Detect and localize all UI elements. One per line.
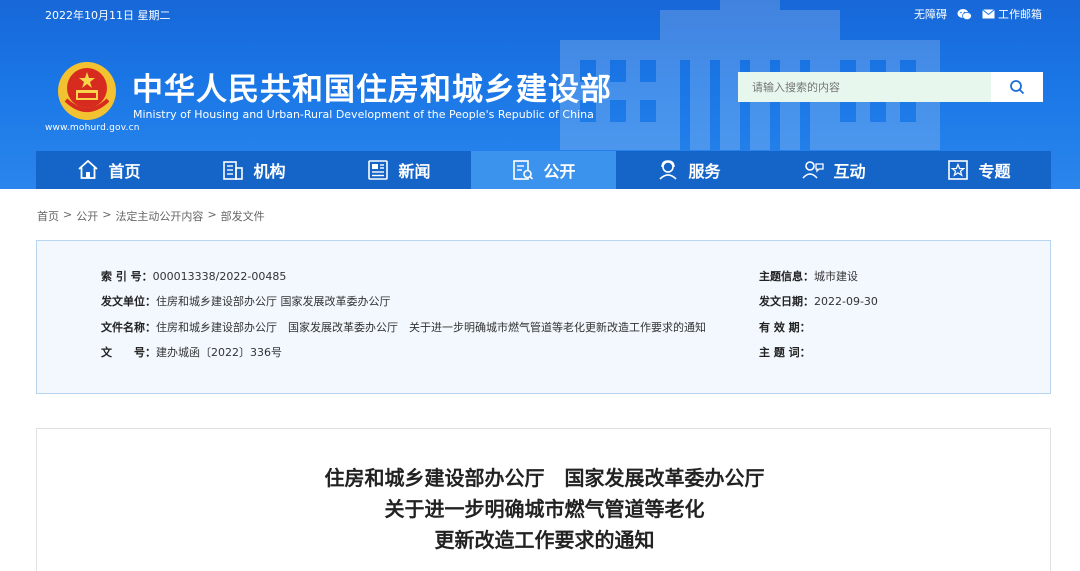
nav-item-news[interactable]: 新闻 <box>326 151 471 189</box>
index-number: 索 引 号：000013338/2022-00485 <box>101 270 287 283</box>
nav-label: 新闻 <box>398 162 431 181</box>
nav-item-special-topics[interactable]: 专题 <box>906 151 1051 189</box>
main-nav: 首页 机构 新闻 公开 服务 互动 专题 <box>36 151 1051 189</box>
nav-item-disclosure[interactable]: 公开 <box>471 151 616 189</box>
breadcrumb-separator: > <box>63 208 73 221</box>
home-icon <box>78 159 99 179</box>
interaction-icon <box>802 161 825 179</box>
site-header: 2022年10月11日 星期二 无障碍 工作邮箱 www.mohurd.gov.… <box>0 0 1080 189</box>
site-title-en: Ministry of Housing and Urban-Rural Deve… <box>133 108 594 121</box>
site-title-cn: 中华人民共和国住房和城乡建设部 <box>132 72 612 108</box>
accessibility-link[interactable]: 无障碍 <box>914 6 947 22</box>
breadcrumb-statutory[interactable]: 法定主动公开内容 <box>115 208 203 224</box>
search-input[interactable] <box>738 72 991 102</box>
document-number: 文 号：建办城函〔2022〕336号 <box>101 346 282 359</box>
article-content: 住房和城乡建设部办公厅 国家发展改革委办公厅 关于进一步明确城市燃气管道等老化 … <box>36 428 1051 571</box>
nav-item-interaction[interactable]: 互动 <box>761 151 906 189</box>
wechat-icon[interactable] <box>957 8 972 21</box>
breadcrumb-disclosure[interactable]: 公开 <box>76 208 98 224</box>
breadcrumb-separator: > <box>102 208 112 221</box>
keywords: 主 题 词： <box>759 346 811 359</box>
star-icon <box>948 160 969 180</box>
issuing-unit: 发文单位：住房和城乡建设部办公厅 国家发展改革委办公厅 <box>101 295 391 308</box>
nav-item-home[interactable]: 首页 <box>36 151 181 189</box>
breadcrumb: 首页 > 公开 > 法定主动公开内容 > 部发文件 <box>37 208 265 224</box>
work-mail-link[interactable]: 工作邮箱 <box>982 6 1042 22</box>
nav-label: 首页 <box>108 162 141 181</box>
search-icon <box>1010 80 1025 95</box>
nav-item-service[interactable]: 服务 <box>616 151 761 189</box>
breadcrumb-home[interactable]: 首页 <box>37 208 59 224</box>
news-icon <box>368 160 389 180</box>
national-emblem-logo[interactable] <box>56 60 118 122</box>
mail-icon <box>982 9 995 19</box>
search-box <box>738 72 1043 102</box>
breadcrumb-separator: > <box>207 208 217 221</box>
document-name: 文件名称：住房和城乡建设部办公厅 国家发展改革委办公厅 关于进一步明确城市燃气管… <box>101 321 706 334</box>
nav-label: 机构 <box>253 162 286 181</box>
current-date: 2022年10月11日 星期二 <box>45 9 171 22</box>
top-utility-links: 无障碍 工作邮箱 <box>914 6 1042 22</box>
nav-label: 服务 <box>688 162 721 181</box>
nav-label: 专题 <box>978 162 1011 181</box>
search-button[interactable] <box>991 72 1043 102</box>
article-title-line: 更新改造工作要求的通知 <box>434 528 655 552</box>
topic-info: 主题信息：城市建设 <box>759 270 858 283</box>
issue-date: 发文日期：2022-09-30 <box>759 295 878 308</box>
service-icon <box>659 160 678 180</box>
article-title-line: 关于进一步明确城市燃气管道等老化 <box>384 497 705 521</box>
validity-period: 有 效 期： <box>759 321 811 334</box>
building-icon <box>223 161 244 180</box>
nav-item-organization[interactable]: 机构 <box>181 151 326 189</box>
document-metadata-box: 索 引 号：000013338/2022-00485 发文单位：住房和城乡建设部… <box>36 240 1051 394</box>
breadcrumb-ministry-docs[interactable]: 部发文件 <box>221 208 265 224</box>
work-mail-label: 工作邮箱 <box>998 8 1042 21</box>
site-url: www.mohurd.gov.cn <box>45 123 140 133</box>
article-title: 住房和城乡建设部办公厅 国家发展改革委办公厅 关于进一步明确城市燃气管道等老化 … <box>37 463 1052 556</box>
nav-label: 公开 <box>543 162 576 181</box>
nav-label: 互动 <box>833 162 866 181</box>
disclosure-icon <box>513 160 534 180</box>
article-title-line: 住房和城乡建设部办公厅 国家发展改革委办公厅 <box>324 466 765 490</box>
